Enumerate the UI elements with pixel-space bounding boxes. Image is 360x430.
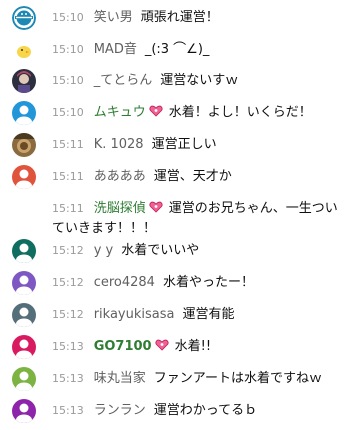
message-content: 運営わかってるｂ [153, 403, 258, 418]
author-name[interactable]: ああああ [94, 169, 146, 184]
message-content: 水着！よし！いくらだ！ [168, 105, 312, 120]
member-heart-badge-icon [149, 104, 163, 118]
chat-message: 15:12 y y 水着でいいや [0, 237, 360, 265]
chat-message-text: 15:12 y y 水着でいいや [52, 241, 352, 261]
message-timestamp: 15:11 [52, 170, 84, 183]
author-name[interactable]: ムキュウ [94, 105, 146, 120]
author-name[interactable]: MAD音 [94, 42, 137, 57]
chat-message-text: 15:11 K. 1028 運営正しい [52, 135, 352, 155]
chat-message-text: 15:11 洗脳探偵 運営のお兄ちゃん、一生ついていきます！！！ [52, 199, 346, 239]
author-name[interactable]: 洗脳探偵 [94, 201, 146, 216]
default-person-icon[interactable] [12, 335, 36, 359]
message-content: 運営正しい [151, 137, 217, 152]
default-person-icon[interactable] [12, 239, 36, 263]
message-timestamp: 15:12 [52, 276, 84, 289]
chat-message-text: 15:10 MAD音 _(:3 ⌒∠)_ [52, 40, 352, 60]
blank-avatar-icon[interactable] [12, 197, 36, 221]
default-person-icon[interactable] [12, 399, 36, 423]
author-name[interactable]: rikayukisasa [94, 307, 175, 322]
chat-message: 15:11 洗脳探偵 運営のお兄ちゃん、一生ついていきます！！！ [0, 195, 360, 239]
message-timestamp: 15:12 [52, 244, 84, 257]
default-person-icon[interactable] [12, 271, 36, 295]
message-content: 水着でいいや [121, 243, 200, 258]
author-name[interactable]: GO7100 [94, 339, 152, 354]
chat-message: 15:10 ムキュウ 水着！よし！いくらだ！ [0, 99, 360, 127]
default-person-icon[interactable] [12, 303, 36, 327]
author-name[interactable]: y y [94, 243, 114, 258]
message-content: 水着!! [174, 339, 212, 354]
member-heart-badge-icon [149, 200, 163, 214]
chat-message-text: 15:12 cero4284 水着やったー！ [52, 273, 352, 293]
author-name[interactable]: ランラン [94, 403, 146, 418]
author-name[interactable]: 笑い男 [94, 10, 133, 25]
chat-message: 15:10 _てとらん 運営ないすｗ [0, 67, 360, 95]
message-timestamp: 15:13 [52, 340, 84, 353]
chat-message: 15:12 rikayukisasa 運営有能 [0, 301, 360, 329]
member-heart-badge-icon [155, 338, 169, 352]
character-avatar-icon[interactable] [12, 69, 36, 93]
chat-message-text: 15:13 味丸当家 ファンアートは水着ですねｗ [52, 369, 352, 389]
message-timestamp: 15:13 [52, 372, 84, 385]
message-content: 運営ないすｗ [160, 73, 239, 88]
message-content: 頑張れ運営！ [140, 10, 219, 25]
chat-message: 15:13 GO7100 水着!! [0, 333, 360, 361]
default-person-icon[interactable] [12, 165, 36, 189]
author-name[interactable]: K. 1028 [94, 137, 144, 152]
message-timestamp: 15:10 [52, 43, 84, 56]
chat-message: 15:13 ランラン 運営わかってるｂ [0, 397, 360, 425]
message-content: ファンアートは水着ですねｗ [153, 371, 322, 386]
message-timestamp: 15:10 [52, 11, 84, 24]
chat-message-text: 15:10 ムキュウ 水着！よし！いくらだ！ [52, 103, 352, 123]
live-chat-list: 15:10 笑い男 頑張れ運営！ 15:10 MAD音 _(:3 ⌒∠)_ 15:10 _… [0, 0, 360, 430]
message-content: _(:3 ⌒∠)_ [144, 42, 210, 57]
message-content: 運営有能 [182, 307, 235, 322]
chat-message: 15:11 K. 1028 運営正しい [0, 131, 360, 159]
chat-message-text: 15:13 ランラン 運営わかってるｂ [52, 401, 352, 421]
chat-message: 15:11 ああああ 運営、天才か [0, 163, 360, 191]
author-name[interactable]: cero4284 [94, 275, 155, 290]
author-name[interactable]: 味丸当家 [94, 371, 146, 386]
message-content: 水着やったー！ [162, 275, 254, 290]
photo-avatar-icon[interactable] [12, 133, 36, 157]
chat-message-text: 15:11 ああああ 運営、天才か [52, 167, 352, 187]
chat-message-text: 15:10 笑い男 頑張れ運営！ [52, 8, 352, 28]
chat-message-text: 15:13 GO7100 水着!! [52, 337, 352, 357]
message-timestamp: 15:12 [52, 308, 84, 321]
laughing-man-logo-icon[interactable] [12, 6, 36, 30]
chat-message: 15:10 笑い男 頑張れ運営！ [0, 4, 360, 32]
chat-message: 15:10 MAD音 _(:3 ⌒∠)_ [0, 36, 360, 64]
message-timestamp: 15:11 [52, 202, 84, 215]
message-timestamp: 15:13 [52, 404, 84, 417]
chat-message-text: 15:10 _てとらん 運営ないすｗ [52, 71, 352, 91]
message-timestamp: 15:11 [52, 138, 84, 151]
author-name[interactable]: _てとらん [94, 73, 153, 88]
chat-message-text: 15:12 rikayukisasa 運営有能 [52, 305, 352, 325]
default-person-icon[interactable] [12, 101, 36, 125]
chick-icon[interactable] [12, 38, 36, 62]
message-content: 運営、天才か [153, 169, 232, 184]
message-timestamp: 15:10 [52, 74, 84, 87]
message-timestamp: 15:10 [52, 106, 84, 119]
chat-message: 15:13 味丸当家 ファンアートは水着ですねｗ [0, 365, 360, 393]
default-person-icon[interactable] [12, 367, 36, 391]
chat-message: 15:12 cero4284 水着やったー！ [0, 269, 360, 297]
